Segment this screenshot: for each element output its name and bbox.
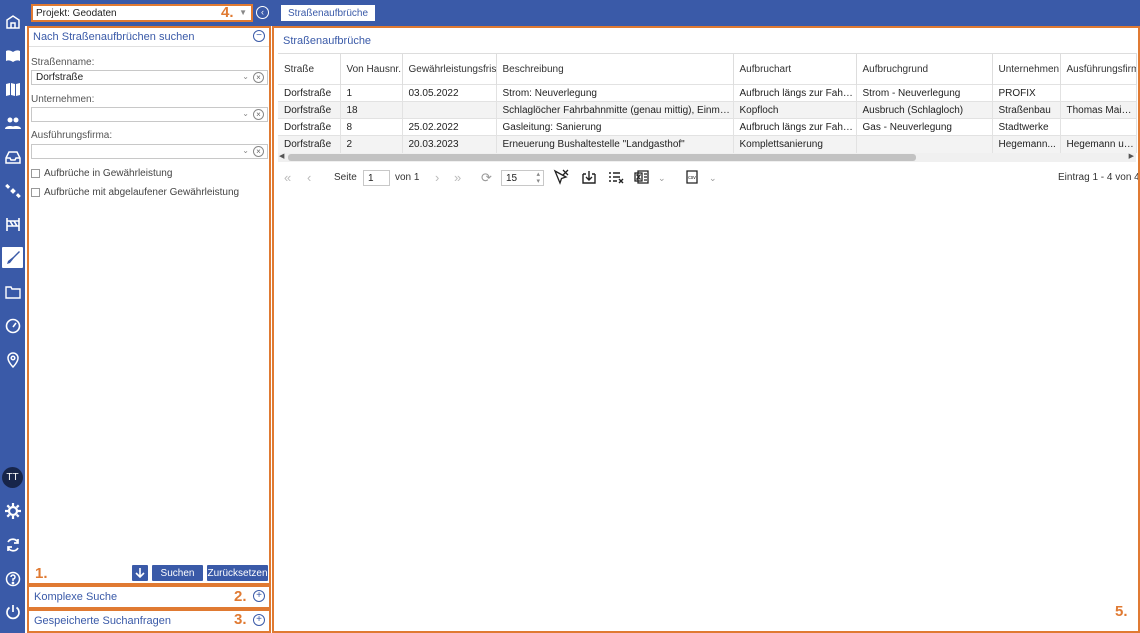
users-icon[interactable] [2,112,23,133]
annotation-label-5: 5. [1115,603,1128,620]
power-icon[interactable] [2,601,23,622]
tab-strassenaufbrueche[interactable]: Straßenaufbrüche [281,5,376,21]
avatar[interactable]: TT [2,467,23,488]
location-icon[interactable] [2,349,23,370]
annotation-frame-1 [27,26,271,585]
help-icon[interactable] [2,568,23,589]
satellite-icon[interactable] [2,180,23,201]
side-navigation: TT [0,0,25,633]
annotation-label-3: 3. [234,611,247,628]
annotation-label-2: 2. [234,588,247,605]
gear-icon[interactable] [2,500,23,521]
folder-icon[interactable] [2,281,23,302]
book-icon[interactable] [2,45,23,66]
annotation-label-4: 4. [221,4,234,21]
collapse-panel-icon[interactable]: ‹ [256,6,269,19]
gauge-icon[interactable] [2,315,23,336]
annotation-label-1: 1. [35,565,48,582]
barrier-icon[interactable] [2,213,23,234]
home-icon[interactable] [2,11,23,32]
map-icon[interactable] [2,78,23,99]
inbox-icon[interactable] [2,146,23,167]
refresh-icon[interactable] [2,534,23,555]
shovel-icon[interactable] [2,247,23,268]
annotation-frame-4 [31,4,253,22]
annotation-frame-5 [272,26,1140,633]
